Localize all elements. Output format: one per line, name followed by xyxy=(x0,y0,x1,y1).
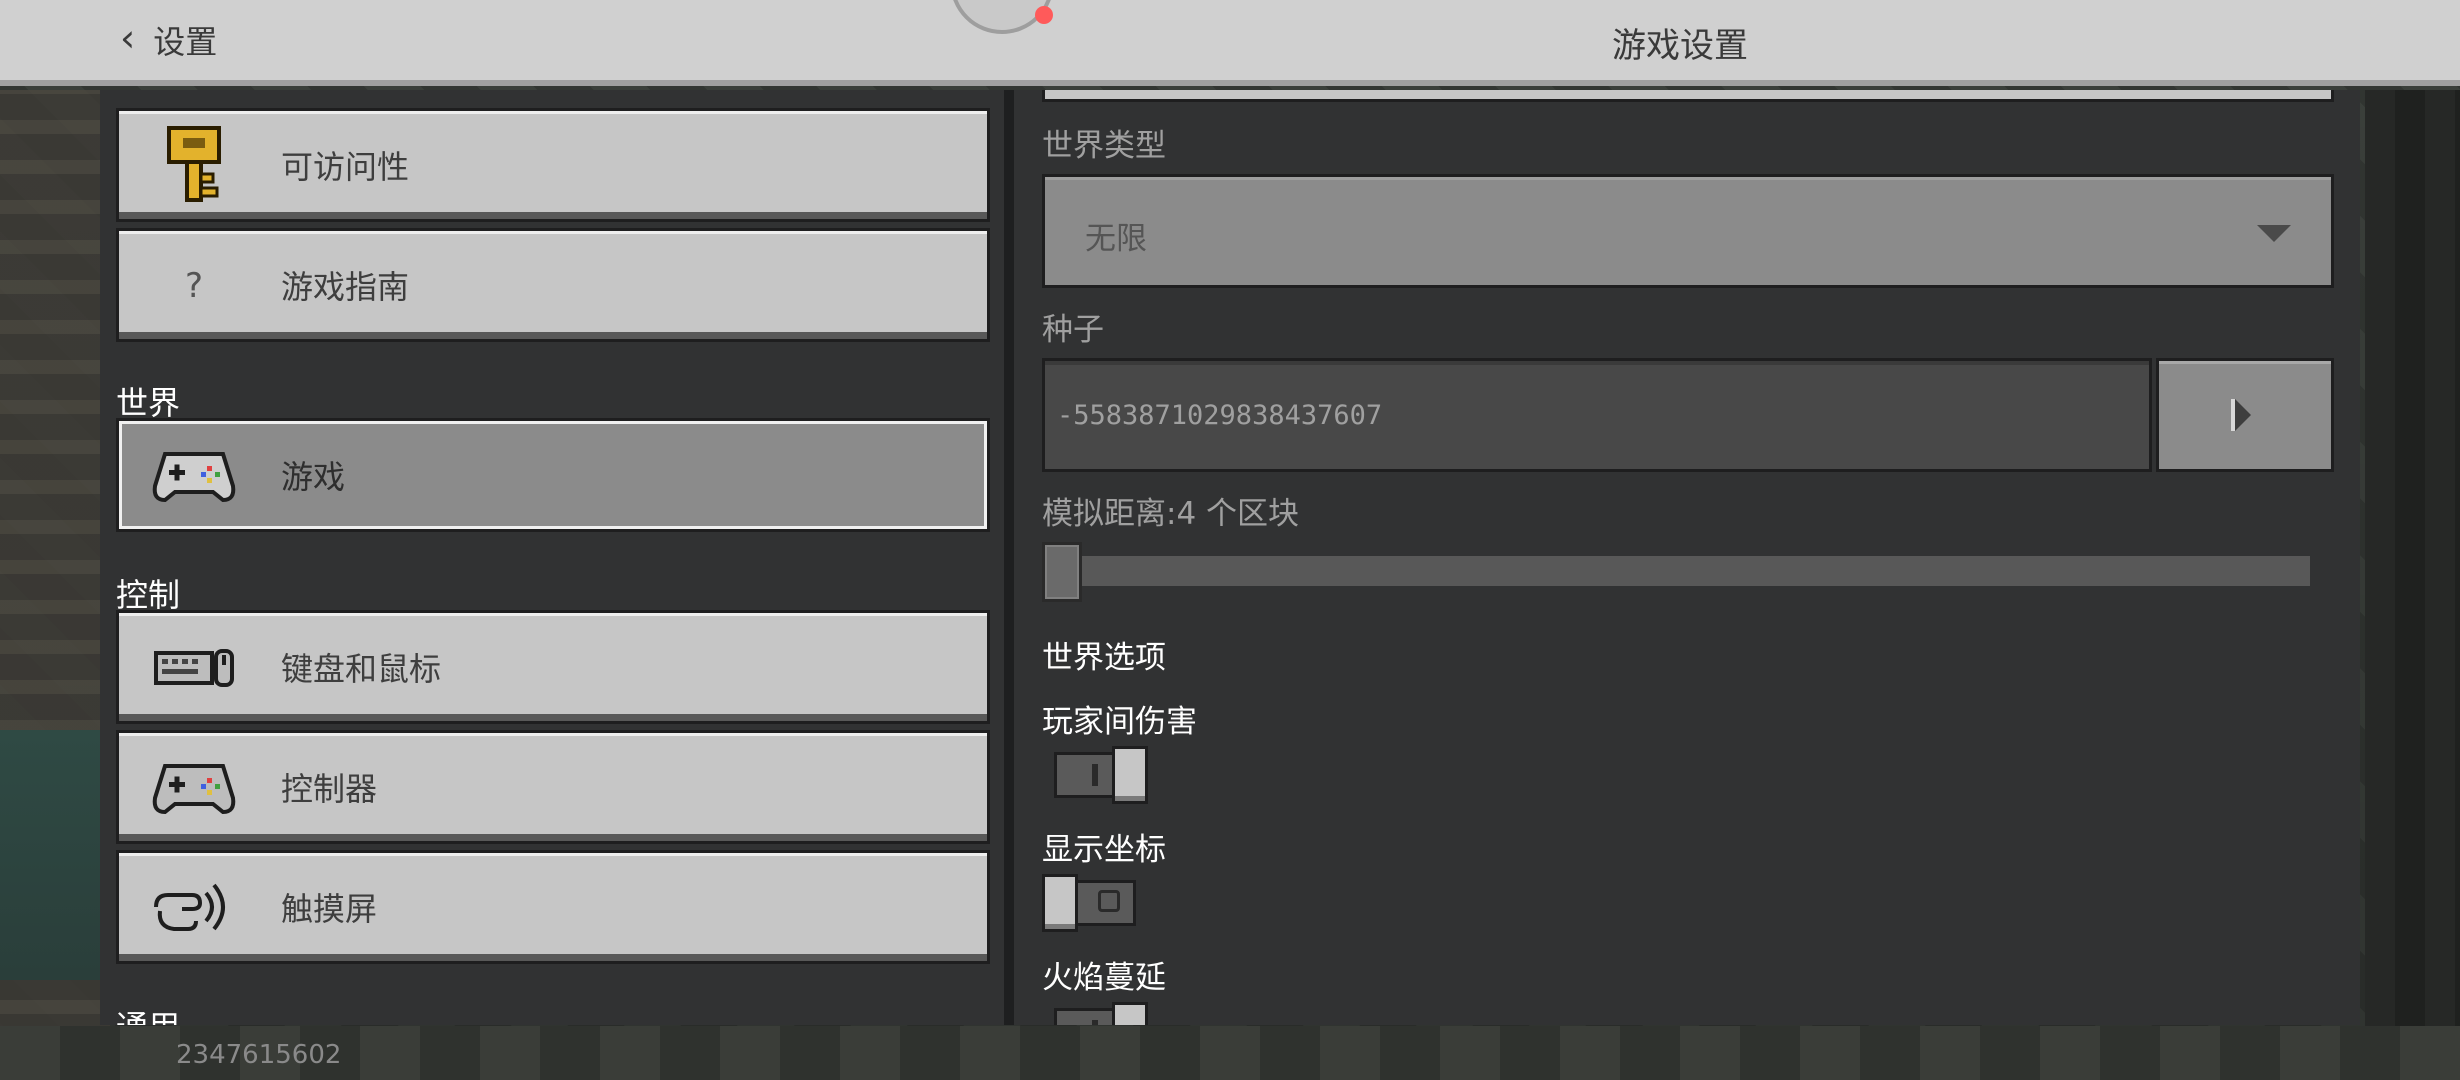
simulation-distance-slider-track[interactable] xyxy=(1044,556,2310,586)
play-icon xyxy=(2235,399,2251,431)
simulation-distance-label: 模拟距离:4 个区块 xyxy=(1042,496,1300,532)
toggle-knob xyxy=(1042,874,1078,932)
seed-label: 种子 xyxy=(1042,312,1104,348)
seed-picker-button[interactable] xyxy=(2156,358,2334,472)
sidebar-item-label: 控制器 xyxy=(281,770,378,808)
fire-spread-toggle[interactable] xyxy=(1042,1002,1148,1025)
sidebar-item-accessibility[interactable]: 可访问性 xyxy=(116,108,990,222)
scrolled-button-edge xyxy=(1042,90,2334,102)
toggle-on-mark xyxy=(1092,1020,1098,1025)
sidebar-item-touch[interactable]: 触摸屏 xyxy=(116,850,990,964)
background-terrain xyxy=(2365,90,2460,1080)
show-coordinates-toggle[interactable] xyxy=(1042,874,1148,932)
settings-header: ‹ 设置 游戏设置 xyxy=(0,0,2460,86)
chevron-left-icon: ‹ xyxy=(120,16,136,60)
svg-text:?: ? xyxy=(185,266,203,305)
sidebar-item-label: 游戏指南 xyxy=(281,268,410,306)
world-type-dropdown[interactable]: 无限 xyxy=(1042,174,2334,288)
world-type-label: 世界类型 xyxy=(1042,128,1166,164)
sidebar-item-label: 游戏 xyxy=(281,458,346,496)
panel-divider xyxy=(1004,90,1014,1025)
chevron-down-icon xyxy=(2257,225,2291,242)
sidebar-item-label: 触摸屏 xyxy=(281,890,378,928)
question-icon: ? xyxy=(149,245,239,325)
touch-icon xyxy=(149,867,239,947)
simulation-distance-slider-handle[interactable] xyxy=(1042,542,1082,602)
show-coordinates-label: 显示坐标 xyxy=(1042,832,1166,868)
pvp-label: 玩家间伤害 xyxy=(1042,704,1197,740)
fire-spread-label: 火焰蔓延 xyxy=(1042,960,1166,996)
keyboard-mouse-icon xyxy=(149,627,239,707)
toggle-knob xyxy=(1112,1002,1148,1025)
sidebar-item-controller[interactable]: 控制器 xyxy=(116,730,990,844)
sidebar-item-label: 键盘和鼠标 xyxy=(281,650,442,688)
sidebar-item-game[interactable]: 游戏 xyxy=(116,418,990,532)
toggle-on-mark xyxy=(1092,764,1098,786)
section-title-general: 通用 xyxy=(116,1002,180,1025)
background-ground xyxy=(0,1026,2460,1080)
controller-icon xyxy=(149,747,239,827)
pvp-toggle[interactable] xyxy=(1042,746,1148,804)
key-icon xyxy=(149,125,239,205)
background-water xyxy=(0,730,110,980)
build-id: 2347615602 xyxy=(176,1040,342,1070)
page-title: 游戏设置 xyxy=(1612,26,1748,66)
back-button-label: 设置 xyxy=(153,23,218,61)
sidebar-item-keyboard-mouse[interactable]: 键盘和鼠标 xyxy=(116,610,990,724)
world-type-value: 无限 xyxy=(1085,221,1147,257)
sidebar-item-label: 可访问性 xyxy=(281,148,410,186)
settings-sidebar: 可访问性 ? 游戏指南 世界 游戏 控制 键盘和鼠标 控制器 触摸屏 xyxy=(100,90,1004,1025)
seed-input[interactable]: -5583871029838437607 xyxy=(1042,358,2152,472)
back-button[interactable]: ‹ 设置 xyxy=(120,14,217,66)
world-options-title: 世界选项 xyxy=(1042,640,1166,676)
game-settings-panel: 世界类型 无限 种子 -5583871029838437607 模拟距离:4 个… xyxy=(1014,90,2360,1025)
toggle-off-mark xyxy=(1098,890,1120,912)
toggle-knob xyxy=(1112,746,1148,804)
sidebar-item-how-to-play[interactable]: ? 游戏指南 xyxy=(116,228,990,342)
recording-indicator xyxy=(1035,6,1053,24)
controller-icon xyxy=(149,435,239,515)
